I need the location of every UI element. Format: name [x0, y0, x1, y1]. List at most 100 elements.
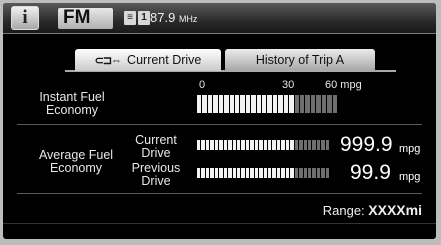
gauge-segment-lit [213, 95, 218, 113]
average-fuel-label: Average Fuel Economy [21, 149, 131, 175]
label-line: Instant Fuel [39, 90, 105, 104]
gauge-segment-unlit [303, 168, 307, 178]
tab-label: Current Drive [127, 53, 202, 67]
gauge-segment-lit [236, 168, 241, 178]
label-line: Current [135, 133, 177, 147]
gauge-segment-lit [262, 95, 267, 113]
gauge-segment-lit [202, 95, 207, 113]
divider [17, 124, 422, 125]
gauge-segment-lit [278, 95, 283, 113]
gauge-segment-lit [245, 168, 250, 178]
tab-label: History of Trip A [255, 53, 345, 67]
gauge-segment-lit [219, 140, 223, 150]
label-line: Drive [141, 146, 171, 160]
gauge-segment-lit [240, 95, 245, 113]
gauge-segment-lit [285, 140, 290, 150]
info-icon: i [22, 7, 28, 28]
gauge-segment-lit [218, 95, 224, 113]
gauge-segment-lit [251, 95, 256, 113]
range-value: XXXXmi [368, 202, 422, 218]
gauge-segment-lit [232, 168, 236, 178]
gauge-segment-lit [267, 95, 272, 113]
previous-drive-value: 99.9 [350, 161, 391, 184]
info-button[interactable]: i [11, 6, 39, 30]
gauge-segment-unlit [321, 140, 325, 150]
label-line: Economy [49, 161, 103, 175]
gauge-segment-lit [201, 140, 205, 150]
range-readout: Range: XXXXmi [323, 202, 422, 219]
gauge-segment-lit [214, 168, 219, 178]
divider [17, 193, 422, 194]
gauge-segment-lit [263, 168, 267, 178]
gauge-segment-lit [228, 140, 232, 150]
gauge-segment-lit [283, 95, 289, 113]
gauge-segment-lit [259, 168, 263, 178]
gauge-segment-unlit [299, 140, 303, 150]
gauge-segment-unlit [325, 140, 330, 150]
gauge-segment-unlit [294, 168, 299, 178]
gauge-segment-lit [254, 140, 259, 150]
gauge-segment-lit [197, 95, 202, 113]
gauge-segment-lit [228, 168, 232, 178]
gauge-segment-lit [272, 140, 276, 150]
gauge-segment-lit [276, 140, 281, 150]
gauge-segment-lit [197, 140, 201, 150]
gauge-segment-lit [289, 95, 294, 113]
frequency-readout: 87.9 MHz [150, 10, 197, 27]
previous-drive-unit: mpg [399, 171, 421, 183]
gauge-segment-lit [281, 168, 285, 178]
label-line: Economy [45, 103, 99, 117]
gauge-segment-unlit [305, 95, 310, 113]
gauge-segment-unlit [332, 95, 337, 113]
gauge-segment-lit [290, 168, 294, 178]
gauge-segment-lit [197, 168, 201, 178]
gauge-segment-lit [223, 140, 228, 150]
gauge-segment-lit [210, 140, 214, 150]
gauge-segment-lit [272, 168, 276, 178]
tab-current-drive[interactable]: ⊂⊐⇔ Current Drive [75, 49, 221, 71]
gauge-segment-unlit [300, 95, 305, 113]
status-header: i FM ≡ 1 87.9 MHz [3, 3, 436, 34]
gauge-segment-lit [207, 95, 213, 113]
gauge-segment-unlit [316, 95, 321, 113]
scale-max: 60 mpg [325, 79, 362, 91]
band-label: FM [63, 7, 91, 28]
gauge-segment-lit [245, 140, 250, 150]
tab-bar: ⊂⊐⇔ Current Drive History of Trip A [3, 47, 436, 72]
preset-list-icon: ≡ [124, 11, 136, 25]
gauge-segment-lit [250, 168, 254, 178]
gauge-segment-unlit [312, 168, 316, 178]
gauge-segment-lit [229, 95, 234, 113]
gauge-segment-unlit [310, 95, 316, 113]
gauge-segment-lit [205, 140, 210, 150]
gauge-segment-unlit [299, 168, 303, 178]
previous-drive-gauge [197, 168, 330, 178]
gauge-segment-lit [241, 168, 245, 178]
gauge-segment-unlit [316, 168, 321, 178]
scale-min: 0 [199, 79, 206, 91]
gauge-segment-lit [205, 168, 210, 178]
current-drive-value: 999.9 [340, 133, 393, 156]
gauge-segment-lit [234, 95, 240, 113]
gauge-segment-lit [232, 140, 236, 150]
gauge-segment-lit [268, 168, 272, 178]
current-drive-label: Current Drive [126, 134, 186, 160]
gauge-segment-lit [223, 168, 228, 178]
bottom-divider [3, 223, 436, 224]
frequency-value: 87.9 [150, 10, 176, 25]
tab-history-trip-a[interactable]: History of Trip A [225, 49, 375, 71]
gauge-segment-lit [276, 168, 281, 178]
gauge-segment-lit [256, 95, 262, 113]
gauge-segment-lit [201, 168, 205, 178]
gauge-segment-unlit [294, 95, 300, 113]
label-line: Average Fuel [38, 148, 114, 162]
label-line: Drive [141, 174, 171, 188]
gauge-segment-unlit [321, 168, 325, 178]
fuel-economy-screen: i FM ≡ 1 87.9 MHz ⊂⊐⇔ Current Drive Histo… [3, 3, 436, 239]
scale-mid: 30 [282, 79, 295, 91]
gauge-segment-lit [236, 140, 241, 150]
label-line: Previous [131, 161, 181, 175]
gauge-segment-lit [259, 140, 263, 150]
gauge-segment-unlit [307, 168, 312, 178]
gauge-segment-lit [250, 140, 254, 150]
